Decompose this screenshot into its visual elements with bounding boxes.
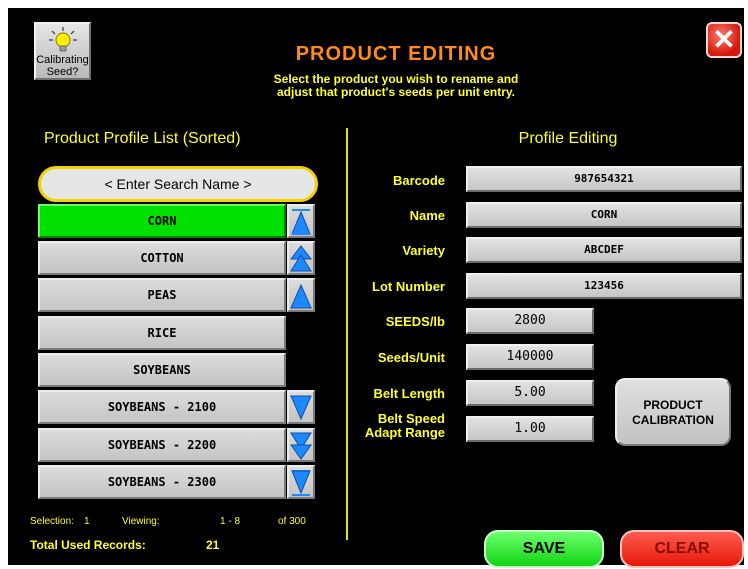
belt-length-field[interactable]: 5.00 xyxy=(466,380,594,406)
total-records-count: of 300 xyxy=(278,516,306,527)
viewing-range: 1 - 8 xyxy=(220,516,241,527)
seeds-per-unit-label: Seeds/Unit xyxy=(377,350,445,365)
line-up-icon xyxy=(290,283,312,309)
belt-speed-adapt-range-field[interactable]: 1.00 xyxy=(466,416,594,442)
page-down-button[interactable] xyxy=(287,428,315,462)
name-label: Name xyxy=(409,208,445,223)
line-down-icon xyxy=(290,395,312,421)
section-divider xyxy=(346,128,348,540)
belt-speed-label-line1: Belt Speed xyxy=(377,411,445,426)
barcode-label: Barcode xyxy=(392,173,445,188)
page-subtitle: Select the product you wish to rename an… xyxy=(208,73,584,99)
page-up-icon xyxy=(290,245,312,272)
variety-field[interactable]: ABCDEF xyxy=(466,237,742,263)
close-button[interactable]: ✕ xyxy=(706,22,742,58)
list-item[interactable]: SOYBEANS - 2200 xyxy=(38,428,286,462)
calibration-label-line2: CALIBRATION xyxy=(632,413,714,427)
seeds-per-lb-field[interactable]: 2800 xyxy=(466,308,594,334)
seeds-per-lb-label: SEEDS/lb xyxy=(385,314,445,329)
page-title: PRODUCT EDITING xyxy=(295,43,497,65)
scroll-top-icon xyxy=(291,209,311,235)
selection-label: Selection: xyxy=(30,516,74,527)
page-down-icon xyxy=(290,432,312,460)
product-calibration-button[interactable]: PRODUCT CALIBRATION xyxy=(615,378,731,446)
scroll-top-button[interactable] xyxy=(287,204,315,238)
name-field[interactable]: CORN xyxy=(466,202,742,228)
product-editing-screen: Calibrating Seed? PRODUCT EDITING Select… xyxy=(8,8,744,568)
lot-number-field[interactable]: 123456 xyxy=(466,273,742,299)
subtitle-line2: adjust that product's seeds per unit ent… xyxy=(276,85,515,99)
calibration-label-line1: PRODUCT xyxy=(643,398,703,412)
total-used-records-value: 21 xyxy=(206,538,220,552)
help-button-label-line2: Seed? xyxy=(46,66,79,78)
page-up-button[interactable] xyxy=(287,241,315,275)
list-item[interactable]: RICE xyxy=(38,316,286,350)
save-button[interactable]: SAVE xyxy=(484,530,604,568)
scroll-bottom-icon xyxy=(291,470,311,496)
barcode-field[interactable]: 987654321 xyxy=(466,166,742,192)
list-item[interactable]: SOYBEANS xyxy=(38,353,286,387)
belt-speed-adapt-range-label: Belt Speed Adapt Range xyxy=(365,412,445,440)
calibrating-seed-help-button[interactable]: Calibrating Seed? xyxy=(34,22,91,80)
total-used-records-label: Total Used Records: xyxy=(30,538,146,552)
viewing-label: Viewing: xyxy=(122,516,160,527)
line-up-button[interactable] xyxy=(287,278,315,312)
help-button-label-line1: Calibrating xyxy=(36,54,89,66)
product-list-heading: Product Profile List (Sorted) xyxy=(44,130,241,147)
scroll-bottom-button[interactable] xyxy=(287,465,315,499)
list-item[interactable]: COTTON xyxy=(38,241,286,275)
list-item[interactable]: SOYBEANS - 2100 xyxy=(38,390,286,424)
clear-button[interactable]: CLEAR xyxy=(620,530,744,568)
selection-value: 1 xyxy=(84,516,90,527)
seeds-per-unit-field[interactable]: 140000 xyxy=(466,344,594,370)
list-item[interactable]: SOYBEANS - 2300 xyxy=(38,465,286,499)
list-item[interactable]: PEAS xyxy=(38,278,286,312)
line-down-button[interactable] xyxy=(287,390,315,424)
belt-speed-label-line2: Adapt Range xyxy=(364,425,445,440)
belt-length-label: Belt Length xyxy=(373,386,446,401)
variety-label: Variety xyxy=(402,243,445,258)
lightbulb-icon xyxy=(49,27,77,52)
lot-number-label: Lot Number xyxy=(372,279,445,294)
subtitle-line1: Select the product you wish to rename an… xyxy=(273,72,519,86)
close-icon: ✕ xyxy=(712,24,736,55)
list-item[interactable]: CORN xyxy=(38,204,286,238)
profile-editing-heading: Profile Editing xyxy=(518,130,618,147)
search-name-input[interactable]: < Enter Search Name > xyxy=(38,166,318,202)
